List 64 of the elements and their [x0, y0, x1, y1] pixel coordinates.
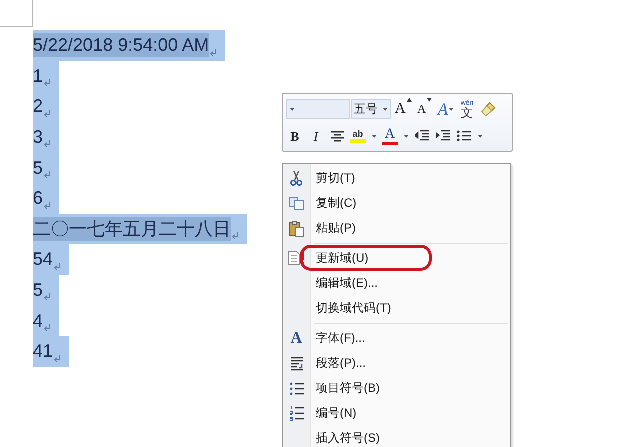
document-text: 1: [33, 64, 44, 88]
paragraph-mark-icon: [54, 354, 62, 363]
document-text: 4: [33, 310, 44, 333]
caret-icon: [372, 134, 376, 138]
paragraph-mark-icon: [232, 232, 239, 240]
font-icon: A: [290, 330, 302, 346]
menu-item[interactable]: 粘贴(P): [283, 216, 510, 241]
menu-item[interactable]: 切换域代码(T): [283, 296, 510, 321]
down-triangle-icon: [427, 98, 432, 103]
menu-item[interactable]: 复制(C): [283, 191, 510, 216]
highlight-button[interactable]: ab: [349, 125, 367, 147]
numbered-list-icon: [290, 406, 304, 421]
font-size-field[interactable]: 五号: [351, 99, 391, 119]
caret-icon: [290, 108, 295, 110]
scissors-icon: [290, 171, 303, 186]
document-exclamation-icon: [288, 251, 306, 266]
bullet-list-icon: [290, 382, 304, 396]
paragraph-mark-icon: [44, 170, 52, 179]
caret-icon: [449, 108, 454, 110]
margin-corner-mark: [0, 0, 33, 27]
field-text: 二〇一七年五月二十八日: [33, 216, 231, 241]
document-text: 5: [33, 279, 44, 302]
menu-item[interactable]: 项目符号(B): [283, 376, 510, 401]
paragraph-mark-icon: [44, 79, 52, 88]
paragraph-mark-icon: [44, 324, 52, 332]
bullet-list-icon: [457, 130, 471, 142]
decrease-indent-icon: [415, 130, 429, 142]
menu-item[interactable]: 剪切(T): [283, 166, 510, 191]
paragraph-mark-icon: [44, 110, 52, 118]
bold-button[interactable]: B: [286, 125, 304, 147]
grow-font-button[interactable]: A: [394, 98, 413, 120]
document-text: 5: [33, 156, 44, 180]
menu-item[interactable]: A 字体(F)...: [283, 326, 510, 351]
font-name-field[interactable]: [286, 99, 350, 119]
menu-item[interactable]: 编辑域(E)...: [283, 271, 510, 296]
document-text: 2: [33, 95, 44, 118]
menu-item[interactable]: 更新域(U): [283, 246, 510, 271]
copy-icon: [288, 196, 304, 210]
increase-indent-icon: [436, 130, 450, 142]
paragraph-mark-icon: [44, 140, 52, 148]
document-text: 6: [33, 187, 44, 210]
shrink-font-button[interactable]: A: [416, 98, 434, 120]
document-text: 3: [33, 126, 44, 150]
document-text: 54: [33, 248, 54, 272]
italic-button[interactable]: I: [307, 125, 325, 147]
font-color-button[interactable]: A: [381, 125, 399, 147]
paragraph-mark-icon: [210, 48, 218, 57]
menu-item[interactable]: 编号(N): [283, 401, 510, 426]
caret-icon: [383, 108, 388, 110]
paragraph-mark-icon: [44, 202, 52, 210]
caret-icon: [478, 134, 482, 138]
clipboard-icon: [288, 220, 304, 236]
paragraph-icon: [290, 356, 304, 370]
styles-button[interactable]: A: [436, 98, 456, 120]
up-triangle-icon: [406, 98, 412, 103]
document-text: 41: [33, 340, 54, 364]
caret-icon: [404, 134, 408, 138]
menu-item[interactable]: 段落(P)...: [283, 351, 510, 376]
menu-item[interactable]: 插入符号(S): [283, 426, 510, 447]
field-text: 5/22/2018 9:54:00 AM: [33, 33, 210, 58]
brush-icon: [480, 102, 496, 116]
paragraph-mark-icon: [54, 262, 62, 271]
align-center-icon: [330, 130, 344, 142]
paragraph-mark-icon: [44, 293, 52, 302]
